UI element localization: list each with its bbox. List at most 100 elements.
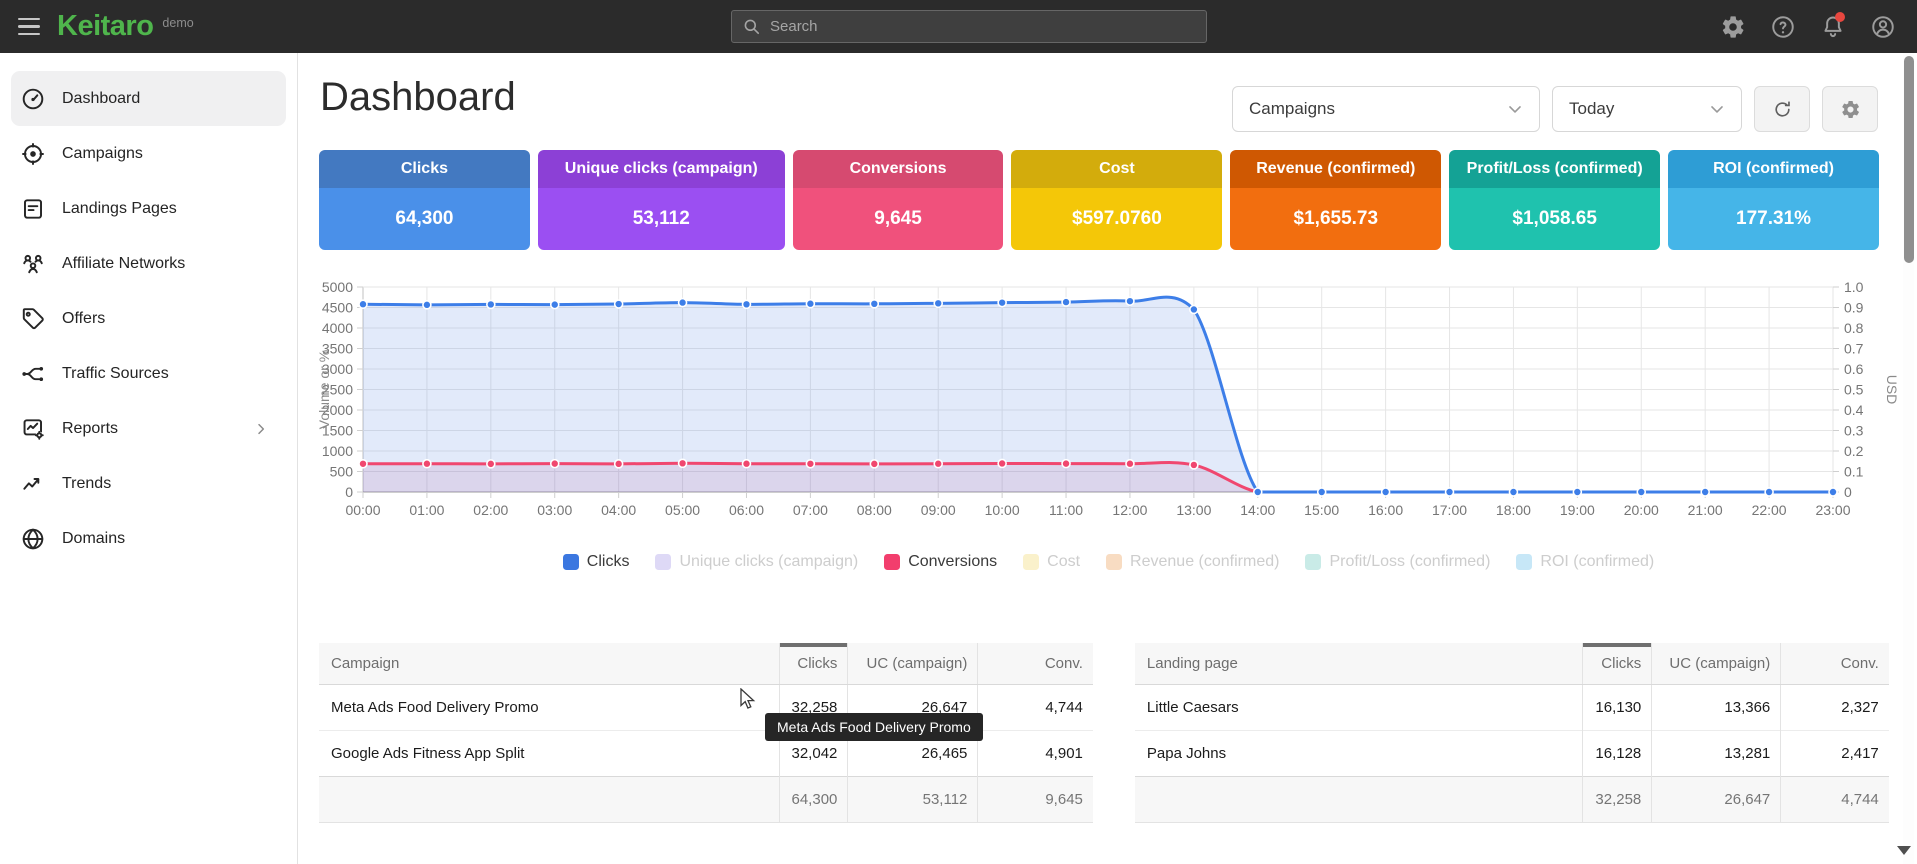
metric-card-title: Conversions: [793, 150, 1004, 188]
legend-label: Profit/Loss (confirmed): [1329, 553, 1490, 571]
dashboard-controls: Campaigns Today: [1232, 86, 1878, 132]
scrollbar-thumb[interactable]: [1904, 56, 1914, 263]
svg-text:05:00: 05:00: [665, 502, 700, 518]
svg-text:0.5: 0.5: [1844, 382, 1864, 398]
sidebar-item-domains[interactable]: Domains: [11, 511, 286, 566]
svg-text:06:00: 06:00: [729, 502, 764, 518]
landings-column-header-landing-page[interactable]: Landing page: [1135, 643, 1583, 685]
menu-icon[interactable]: [18, 18, 40, 36]
keitaro-logo[interactable]: Keitaro: [57, 10, 153, 43]
notification-dot: [1835, 12, 1845, 22]
metric-card-value: $597.0760: [1011, 188, 1222, 250]
svg-text:0.3: 0.3: [1844, 423, 1864, 439]
svg-text:01:00: 01:00: [409, 502, 444, 518]
sidebar-item-dashboard[interactable]: Dashboard: [11, 71, 286, 126]
landings-column-header-conv[interactable]: Conv.: [1781, 643, 1889, 685]
sidebar-item-trends[interactable]: Trends: [11, 456, 286, 511]
bell-icon[interactable]: [1820, 14, 1846, 40]
svg-text:07:00: 07:00: [793, 502, 828, 518]
sidebar-item-traffic-sources[interactable]: Traffic Sources: [11, 346, 286, 401]
landings-row[interactable]: Papa Johns16,12813,2812,417: [1135, 731, 1889, 777]
sidebar-item-campaigns[interactable]: Campaigns: [11, 126, 286, 181]
total-value: 64,300: [779, 777, 848, 823]
dashboard-settings-button[interactable]: [1822, 86, 1878, 132]
svg-text:0: 0: [1844, 484, 1852, 500]
legend-item-clicks[interactable]: Clicks: [563, 553, 630, 571]
legend-label: Revenue (confirmed): [1130, 553, 1279, 571]
cell-value: 16,130: [1583, 685, 1652, 731]
cell-value: 2,327: [1781, 685, 1889, 731]
metric-card-title: Clicks: [319, 150, 530, 188]
refresh-button[interactable]: [1754, 86, 1810, 132]
landings-column-header-clicks[interactable]: Clicks: [1583, 643, 1652, 685]
search-icon: [742, 17, 761, 36]
summary-tables: CampaignClicksUC (campaign)Conv.Meta Ads…: [319, 643, 1889, 823]
metric-card-value: $1,058.65: [1449, 188, 1660, 250]
legend-swatch-cost: [1023, 554, 1039, 570]
legend-item-roi-confirmed[interactable]: ROI (confirmed): [1516, 553, 1654, 571]
legend-item-revenue-confirmed[interactable]: Revenue (confirmed): [1106, 553, 1279, 571]
svg-text:0.8: 0.8: [1844, 320, 1864, 336]
scroll-down-arrow[interactable]: [1897, 846, 1911, 855]
offer-icon: [20, 306, 46, 332]
campaigns-column-header-campaign[interactable]: Campaign: [319, 643, 779, 685]
metric-card-title: ROI (confirmed): [1668, 150, 1879, 188]
metric-card-unique-clicks-campaign: Unique clicks (campaign)53,112: [538, 150, 785, 250]
total-value: 4,744: [1781, 777, 1889, 823]
landings-table-container: Landing pageClicksUC (campaign)Conv.Litt…: [1135, 643, 1889, 823]
cell-value: 2,417: [1781, 731, 1889, 777]
svg-text:03:00: 03:00: [537, 502, 572, 518]
svg-text:19:00: 19:00: [1560, 502, 1595, 518]
network-icon: [20, 251, 46, 277]
total-value: 26,647: [1652, 777, 1781, 823]
chevron-down-icon: [1707, 99, 1727, 119]
landings-row[interactable]: Little Caesars16,13013,3662,327: [1135, 685, 1889, 731]
sidebar-item-reports[interactable]: Reports: [11, 401, 286, 456]
svg-text:14:00: 14:00: [1240, 502, 1275, 518]
svg-text:USD: USD: [1884, 375, 1900, 405]
metric-card-cost: Cost$597.0760: [1011, 150, 1222, 250]
chevron-right-icon: [253, 421, 269, 437]
cell-value: 13,281: [1652, 731, 1781, 777]
legend-item-unique-clicks-campaign[interactable]: Unique clicks (campaign): [655, 553, 858, 571]
svg-text:10:00: 10:00: [985, 502, 1020, 518]
metric-card-title: Profit/Loss (confirmed): [1449, 150, 1660, 188]
cell-name: Papa Johns: [1135, 731, 1583, 777]
sidebar-item-landings-pages[interactable]: Landings Pages: [11, 181, 286, 236]
grouping-select[interactable]: Campaigns: [1232, 86, 1540, 132]
legend-item-cost[interactable]: Cost: [1023, 553, 1080, 571]
traffic-chart: 005000.110000.215000.320000.425000.53000…: [299, 263, 1917, 563]
cell-value: 4,744: [978, 685, 1093, 731]
svg-text:09:00: 09:00: [921, 502, 956, 518]
refresh-icon: [1772, 99, 1793, 120]
help-icon[interactable]: [1770, 14, 1796, 40]
metric-card-conversions: Conversions9,645: [793, 150, 1004, 250]
svg-text:0.1: 0.1: [1844, 464, 1864, 480]
legend-item-conversions[interactable]: Conversions: [884, 553, 997, 571]
svg-text:1.0: 1.0: [1844, 279, 1864, 295]
landings-column-header-uc-campaign[interactable]: UC (campaign): [1652, 643, 1781, 685]
legend-item-profit-loss-confirmed[interactable]: Profit/Loss (confirmed): [1305, 553, 1490, 571]
svg-text:0.4: 0.4: [1844, 402, 1864, 418]
date-range-select[interactable]: Today: [1552, 86, 1742, 132]
svg-text:02:00: 02:00: [473, 502, 508, 518]
sidebar-item-affiliate-networks[interactable]: Affiliate Networks: [11, 236, 286, 291]
gear-icon[interactable]: [1720, 14, 1746, 40]
metric-card-revenue-confirmed: Revenue (confirmed)$1,655.73: [1230, 150, 1441, 250]
search-input[interactable]: [731, 10, 1207, 43]
campaigns-column-header-uc-campaign[interactable]: UC (campaign): [848, 643, 978, 685]
chevron-down-icon: [1505, 99, 1525, 119]
campaigns-column-header-clicks[interactable]: Clicks: [779, 643, 848, 685]
legend-label: Conversions: [908, 553, 997, 571]
main-content: Dashboard Campaigns Today Clicks64,300Un…: [299, 53, 1917, 864]
target-icon: [20, 141, 46, 167]
svg-text:04:00: 04:00: [601, 502, 636, 518]
sidebar-item-label: Affiliate Networks: [62, 255, 185, 273]
metric-cards-row: Clicks64,300Unique clicks (campaign)53,1…: [319, 150, 1879, 250]
sidebar-item-offers[interactable]: Offers: [11, 291, 286, 346]
campaigns-column-header-conv[interactable]: Conv.: [978, 643, 1093, 685]
legend-label: Unique clicks (campaign): [679, 553, 858, 571]
landings-totals-row: 32,25826,6474,744: [1135, 777, 1889, 823]
user-icon[interactable]: [1870, 14, 1896, 40]
svg-text:21:00: 21:00: [1688, 502, 1723, 518]
